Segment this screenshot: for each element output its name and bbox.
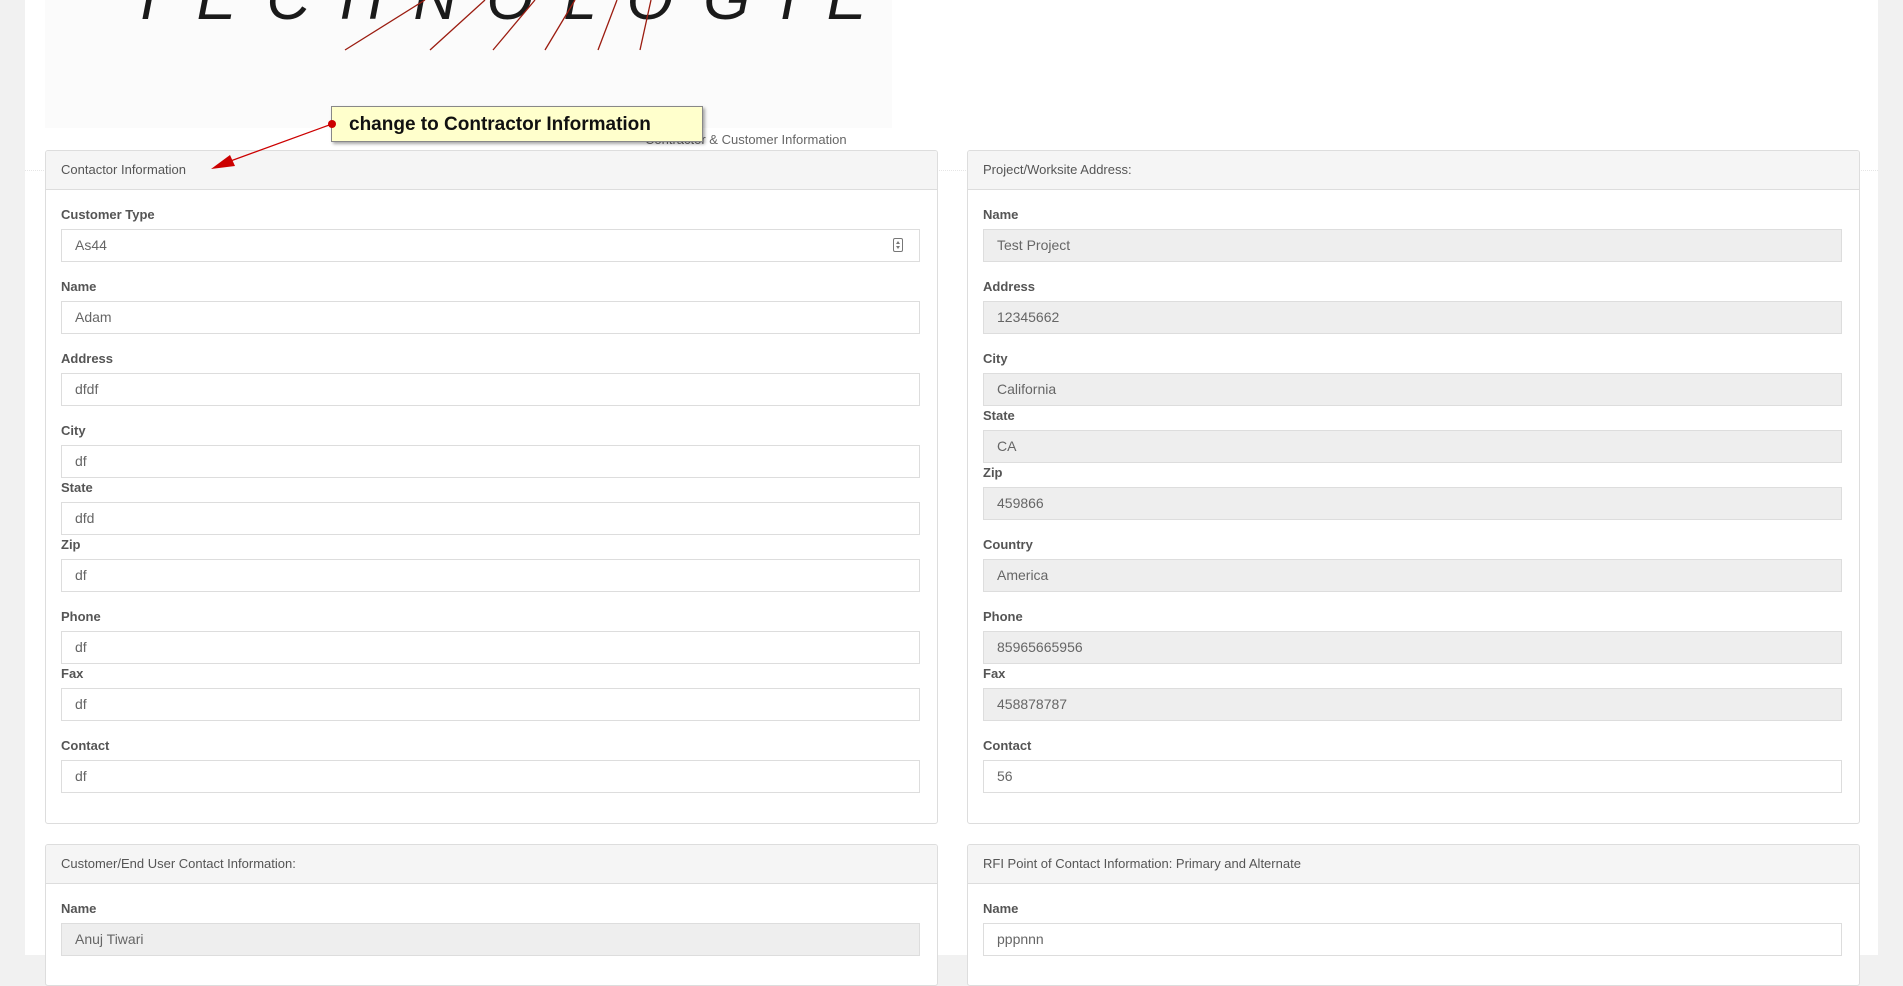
customer-name-label: Name — [61, 901, 97, 916]
address-label: Address — [61, 351, 114, 366]
contact-input[interactable]: df — [61, 760, 920, 793]
name-input[interactable]: Adam — [61, 301, 920, 334]
fax-input[interactable]: df — [61, 688, 920, 721]
fax-label: Fax — [61, 666, 84, 681]
name-label: Name — [61, 279, 97, 294]
project-city-label: City — [983, 351, 1008, 366]
state-label: State — [61, 480, 93, 495]
project-city-input[interactable]: California — [983, 373, 1842, 406]
project-country-input[interactable]: America — [983, 559, 1842, 592]
contractor-information-panel: Contactor Information Customer Type As44… — [45, 150, 938, 824]
panel-heading: Customer/End User Contact Information: — [46, 845, 937, 884]
project-state-label: State — [983, 408, 1015, 423]
phone-input[interactable]: df — [61, 631, 920, 664]
dropdown-arrows-icon[interactable] — [893, 238, 903, 252]
customer-type-value: As44 — [75, 237, 107, 253]
zip-input[interactable]: df — [61, 559, 920, 592]
project-zip-input[interactable]: 459866 — [983, 487, 1842, 520]
project-fax-label: Fax — [983, 666, 1006, 681]
project-zip-label: Zip — [983, 465, 1003, 480]
rfi-name-input[interactable]: pppnnn — [983, 923, 1842, 956]
customer-end-user-panel: Customer/End User Contact Information: N… — [45, 844, 938, 986]
phone-label: Phone — [61, 609, 101, 624]
project-state-input[interactable]: CA — [983, 430, 1842, 463]
annotation-callout: change to Contractor Information — [331, 106, 703, 142]
project-worksite-panel: Project/Worksite Address: Name Test Proj… — [967, 150, 1860, 824]
project-fax-input[interactable]: 458878787 — [983, 688, 1842, 721]
city-label: City — [61, 423, 86, 438]
project-name-input[interactable]: Test Project — [983, 229, 1842, 262]
project-contact-label: Contact — [983, 738, 1032, 753]
project-phone-label: Phone — [983, 609, 1023, 624]
project-phone-input[interactable]: 85965665956 — [983, 631, 1842, 664]
contact-label: Contact — [61, 738, 110, 753]
project-country-label: Country — [983, 537, 1033, 552]
customer-type-select[interactable]: As44 — [61, 229, 920, 262]
state-input[interactable]: dfd — [61, 502, 920, 535]
project-contact-input[interactable]: 56 — [983, 760, 1842, 793]
project-address-input[interactable]: 12345662 — [983, 301, 1842, 334]
panel-heading: RFI Point of Contact Information: Primar… — [968, 845, 1859, 884]
panel-heading: Project/Worksite Address: — [968, 151, 1859, 190]
zip-label: Zip — [61, 537, 81, 552]
page: TECHNOLOGIES Contractor & Customer Infor… — [25, 0, 1878, 986]
customer-type-label: Customer Type — [61, 207, 155, 222]
project-name-label: Name — [983, 207, 1019, 222]
customer-name-input[interactable]: Anuj Tiwari — [61, 923, 920, 956]
address-input[interactable]: dfdf — [61, 373, 920, 406]
rfi-point-of-contact-panel: RFI Point of Contact Information: Primar… — [967, 844, 1860, 986]
panel-heading: Contactor Information — [46, 151, 937, 190]
city-input[interactable]: df — [61, 445, 920, 478]
rfi-name-label: Name — [983, 901, 1019, 916]
project-address-label: Address — [983, 279, 1036, 294]
